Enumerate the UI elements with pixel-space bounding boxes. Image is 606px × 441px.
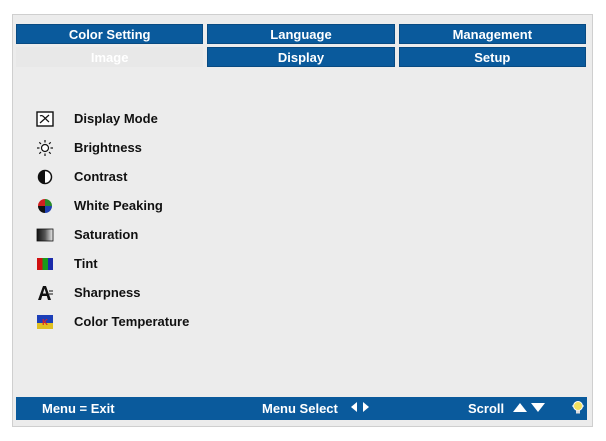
- tab-language[interactable]: Language: [207, 24, 395, 44]
- tab-setup[interactable]: Setup: [398, 47, 586, 67]
- tab-display[interactable]: Display: [207, 47, 395, 67]
- menu-item-label: Brightness: [74, 140, 142, 155]
- menu-item-label: Color Temperature: [74, 314, 190, 329]
- menu-exit-hint: Menu = Exit: [42, 401, 115, 416]
- menu-item-label: White Peaking: [74, 198, 163, 213]
- scroll-hint: Scroll: [468, 401, 546, 416]
- menu-item-label: Contrast: [74, 169, 128, 184]
- sharpness-icon: [36, 284, 54, 302]
- svg-text:K: K: [42, 318, 48, 327]
- menu-item-label: Sharpness: [74, 285, 141, 300]
- scroll-label: Scroll: [468, 401, 505, 416]
- menu-item-label: Saturation: [74, 227, 139, 242]
- lamp-icon: [572, 400, 584, 419]
- tab-management[interactable]: Management: [398, 24, 586, 44]
- display-mode-icon: [36, 110, 54, 128]
- menu-item-display-mode[interactable]: Display Mode: [36, 104, 189, 133]
- tab-color-setting[interactable]: Color Setting: [16, 24, 204, 44]
- menu-tabs: Color Setting Language Management Image …: [16, 24, 586, 67]
- white-peaking-icon: [36, 197, 54, 215]
- menu-item-contrast[interactable]: Contrast: [36, 162, 189, 191]
- menu-item-tint[interactable]: Tint: [36, 249, 189, 278]
- menu-item-sharpness[interactable]: Sharpness: [36, 278, 189, 307]
- help-bar: Menu = Exit Menu Select Scroll: [16, 397, 587, 420]
- menu-select-label: Menu Select: [262, 401, 338, 416]
- left-right-arrows-icon: [350, 401, 370, 416]
- tint-icon: [36, 255, 54, 273]
- image-settings-list: Display Mode Brightness Contrast White P…: [36, 104, 189, 336]
- menu-item-label: Display Mode: [74, 111, 158, 126]
- saturation-icon: [36, 226, 54, 244]
- menu-item-color-temperature[interactable]: K Color Temperature: [36, 307, 189, 336]
- menu-item-white-peaking[interactable]: White Peaking: [36, 191, 189, 220]
- color-temperature-icon: K: [36, 313, 54, 331]
- brightness-icon: [36, 139, 54, 157]
- menu-select-hint: Menu Select: [262, 401, 370, 416]
- menu-item-saturation[interactable]: Saturation: [36, 220, 189, 249]
- tab-image[interactable]: Image: [16, 47, 204, 67]
- up-down-arrows-icon: [512, 401, 546, 416]
- menu-item-label: Tint: [74, 256, 98, 271]
- menu-item-brightness[interactable]: Brightness: [36, 133, 189, 162]
- contrast-icon: [36, 168, 54, 186]
